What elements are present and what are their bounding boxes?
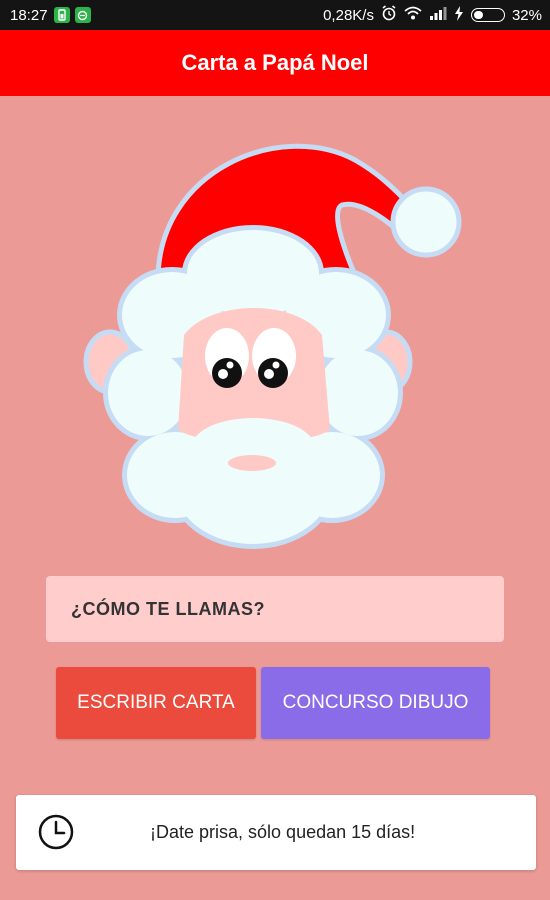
network-speed: 0,28K/s — [323, 6, 374, 24]
app-title: Carta a Papá Noel — [181, 50, 369, 75]
app-bar: Carta a Papá Noel — [0, 30, 550, 96]
status-bar: 18:27 0,28K/s 32% — [0, 0, 550, 30]
battery-percent: 32% — [511, 6, 542, 24]
charging-icon — [454, 5, 464, 25]
battery-saver-icon — [53, 7, 70, 23]
drawing-contest-button[interactable]: CONCURSO DIBUJO — [261, 667, 490, 739]
drawing-contest-label: CONCURSO DIBUJO — [282, 692, 469, 713]
name-input[interactable]: ¿CÓMO TE LLAMAS? — [46, 576, 504, 642]
chat-icon — [74, 7, 91, 23]
write-letter-button[interactable]: ESCRIBIR CARTA — [56, 667, 256, 739]
pompom — [390, 186, 462, 258]
countdown-card: ¡Date prisa, sólo quedan 15 días! — [16, 795, 536, 870]
santa-face-illustration — [83, 143, 462, 549]
name-input-placeholder: ¿CÓMO TE LLAMAS? — [71, 598, 265, 619]
write-letter-label: ESCRIBIR CARTA — [77, 692, 235, 713]
signal-icon — [429, 6, 447, 24]
clock-icon — [38, 814, 74, 850]
wifi-icon — [404, 6, 422, 24]
status-time: 18:27 — [10, 6, 48, 24]
battery-icon — [470, 8, 505, 22]
countdown-text: ¡Date prisa, sólo quedan 15 días! — [150, 822, 416, 842]
alarm-icon — [381, 5, 397, 25]
mouth — [228, 455, 276, 471]
